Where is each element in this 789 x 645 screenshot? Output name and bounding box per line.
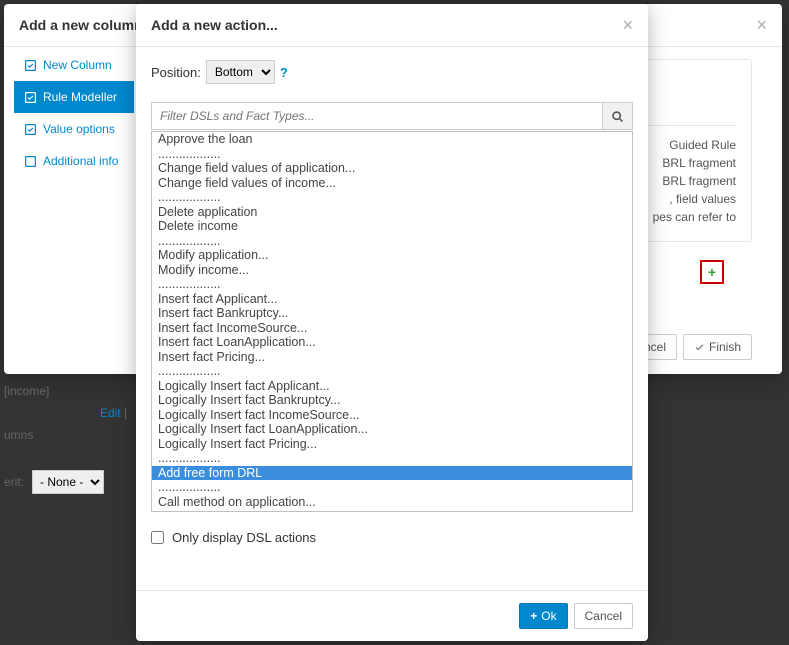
action-listbox[interactable]: Approve the loan..................Change… xyxy=(151,131,633,512)
check-square-icon xyxy=(24,91,37,104)
add-column-title: Add a new column xyxy=(19,17,143,33)
listbox-option[interactable]: Insert fact IncomeSource... xyxy=(152,321,632,336)
add-action-button[interactable]: + xyxy=(700,260,724,284)
nav-rule-modeller[interactable]: Rule Modeller xyxy=(14,81,134,113)
square-icon xyxy=(24,155,37,168)
listbox-option[interactable]: Approve the loan xyxy=(152,132,632,147)
help-icon[interactable]: ? xyxy=(280,65,288,80)
finish-label: Finish xyxy=(709,340,741,354)
listbox-option[interactable]: .................. xyxy=(152,147,632,162)
listbox-option[interactable]: Logically Insert fact Bankruptcy... xyxy=(152,393,632,408)
listbox-option[interactable]: Modify application... xyxy=(152,248,632,263)
listbox-option[interactable]: Modify income... xyxy=(152,263,632,278)
position-select[interactable]: Bottom xyxy=(206,60,275,84)
wizard-nav: New Column Rule Modeller Value options A… xyxy=(14,49,134,177)
listbox-option[interactable]: Call method on application... xyxy=(152,495,632,510)
listbox-option[interactable]: Logically Insert fact Applicant... xyxy=(152,379,632,394)
search-icon xyxy=(611,110,624,123)
nav-value-options[interactable]: Value options xyxy=(14,113,134,145)
listbox-option[interactable]: Logically Insert fact LoanApplication... xyxy=(152,422,632,437)
ok-label: Ok xyxy=(541,609,556,623)
cancel-label: Cancel xyxy=(585,609,622,623)
listbox-option[interactable]: Change field values of application... xyxy=(152,161,632,176)
filter-input[interactable] xyxy=(151,102,603,130)
nav-label: Rule Modeller xyxy=(43,90,117,104)
info-text-line: , field values xyxy=(669,192,736,206)
plus-icon: + xyxy=(708,264,716,280)
listbox-option[interactable]: .................. xyxy=(152,480,632,495)
nav-label: Additional info xyxy=(43,154,118,168)
listbox-option[interactable]: Logically Insert fact IncomeSource... xyxy=(152,408,632,423)
close-icon[interactable]: × xyxy=(756,16,767,34)
nav-label: Value options xyxy=(43,122,115,136)
edit-link[interactable]: Edit xyxy=(100,406,121,420)
check-square-icon xyxy=(24,123,37,136)
listbox-option[interactable]: .................. xyxy=(152,234,632,249)
listbox-option[interactable]: .................. xyxy=(152,451,632,466)
info-text-line: pes can refer to xyxy=(653,210,736,224)
add-action-modal: Add a new action... × Position: Bottom ?… xyxy=(136,4,648,641)
search-button[interactable] xyxy=(603,102,633,130)
listbox-option[interactable]: Add free form DRL xyxy=(152,466,632,481)
listbox-option[interactable]: Change field values of income... xyxy=(152,176,632,191)
listbox-option[interactable]: Insert fact Bankruptcy... xyxy=(152,306,632,321)
check-square-icon xyxy=(24,59,37,72)
none-select[interactable]: - None - xyxy=(32,470,104,494)
nav-new-column[interactable]: New Column xyxy=(14,49,134,81)
listbox-option[interactable]: .................. xyxy=(152,364,632,379)
modal-title: Add a new action... xyxy=(151,17,278,33)
dsl-only-label: Only display DSL actions xyxy=(172,530,316,545)
listbox-option[interactable]: Delete income xyxy=(152,219,632,234)
check-icon xyxy=(694,342,705,353)
close-icon[interactable]: × xyxy=(622,16,633,34)
listbox-option[interactable]: Logically Insert fact Pricing... xyxy=(152,437,632,452)
listbox-option[interactable]: Insert fact Applicant... xyxy=(152,292,632,307)
info-text-line: BRL fragment xyxy=(662,156,736,170)
listbox-option[interactable]: Insert fact Pricing... xyxy=(152,350,632,365)
info-text-line: Guided Rule xyxy=(669,138,736,152)
position-label: Position: xyxy=(151,65,201,80)
nav-additional-info[interactable]: Additional info xyxy=(14,145,134,177)
plus-icon: + xyxy=(530,609,537,623)
info-text-line: BRL fragment xyxy=(662,174,736,188)
nav-label: New Column xyxy=(43,58,112,72)
listbox-option[interactable]: Insert fact LoanApplication... xyxy=(152,335,632,350)
listbox-option[interactable]: .................. xyxy=(152,190,632,205)
listbox-option[interactable]: Delete application xyxy=(152,205,632,220)
cancel-button[interactable]: Cancel xyxy=(574,603,633,629)
ok-button[interactable]: + Ok xyxy=(519,603,567,629)
finish-button[interactable]: Finish xyxy=(683,334,752,360)
rit-label: erit: xyxy=(4,475,24,489)
dsl-only-checkbox[interactable] xyxy=(151,531,164,544)
listbox-option[interactable]: .................. xyxy=(152,277,632,292)
